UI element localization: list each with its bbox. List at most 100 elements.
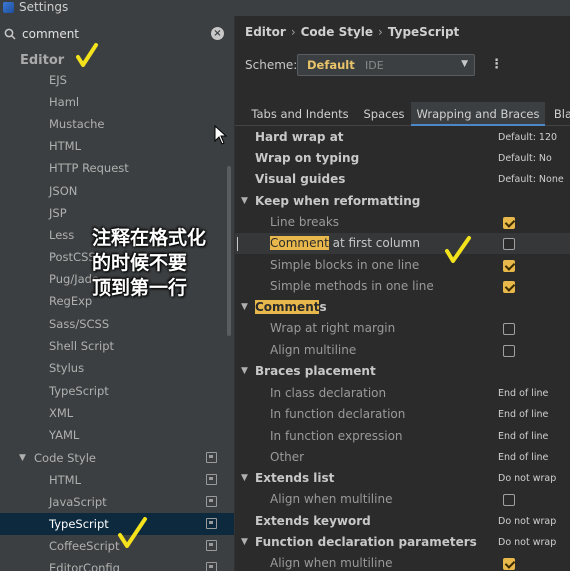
tree-item-http-request[interactable]: HTTP Request xyxy=(0,157,234,179)
extends-list-value[interactable]: Do not wrap xyxy=(498,468,556,489)
row-comments[interactable]: ▼ Comments xyxy=(235,297,570,318)
project-scope-icon xyxy=(206,540,217,551)
tab-wrapping-and-braces[interactable]: Wrapping and Braces xyxy=(411,102,545,126)
search-input[interactable] xyxy=(22,25,202,43)
tree-item-xml[interactable]: XML xyxy=(0,402,234,424)
row-other[interactable]: Other End of line xyxy=(235,447,570,468)
other-value[interactable]: End of line xyxy=(498,447,548,468)
tree-item-code-style-javascript[interactable]: JavaScript xyxy=(0,491,234,513)
simple-blocks-checkbox[interactable] xyxy=(503,260,515,272)
project-scope-icon xyxy=(206,562,217,571)
wrap-on-typing-value[interactable]: Default: No xyxy=(498,148,552,169)
function-parameters-value[interactable]: Do not wrap xyxy=(498,532,556,553)
project-scope-icon xyxy=(206,496,217,507)
hard-wrap-value[interactable]: Default: 120 xyxy=(498,127,557,148)
annotation-check-icon xyxy=(118,517,147,548)
line-breaks-checkbox[interactable] xyxy=(503,217,515,229)
settings-content: Editor › Code Style › TypeScript Scheme: Def… xyxy=(234,16,570,571)
chevron-down-icon[interactable]: ▼ xyxy=(241,361,248,382)
tree-item-json[interactable]: JSON xyxy=(0,180,234,202)
extends-align-checkbox[interactable] xyxy=(503,494,515,506)
row-comment-at-first-column[interactable]: Comment at first column xyxy=(235,233,570,254)
tree-item-code-style-html[interactable]: HTML xyxy=(0,469,234,491)
chevron-down-icon[interactable]: ▼ xyxy=(241,532,248,553)
chevron-down-icon[interactable]: ▼ xyxy=(241,297,248,318)
chevron-right-icon: › xyxy=(378,25,383,39)
row-wrap-at-right-margin[interactable]: Wrap at right margin xyxy=(235,318,570,339)
row-line-breaks[interactable]: Line breaks xyxy=(235,212,570,233)
project-scope-icon xyxy=(206,452,217,463)
row-align-multiline[interactable]: Align multiline xyxy=(235,340,570,361)
clear-search-icon[interactable]: × xyxy=(211,27,224,40)
align-multiline-checkbox[interactable] xyxy=(503,345,515,357)
row-extends-keyword[interactable]: Extends keyword Do not wrap xyxy=(235,511,570,532)
row-braces-placement[interactable]: ▼ Braces placement xyxy=(235,361,570,382)
visual-guides-value[interactable]: Default: None xyxy=(498,169,564,190)
app-logo-icon xyxy=(3,2,14,13)
row-in-class-declaration[interactable]: In class declaration End of line xyxy=(235,383,570,404)
row-visual-guides[interactable]: Visual guides Default: None xyxy=(235,169,570,190)
annotation-check-icon xyxy=(445,236,471,263)
breadcrumb-code-style[interactable]: Code Style xyxy=(301,25,373,39)
breadcrumb-typescript: TypeScript xyxy=(387,25,460,39)
tree-item-shell-script[interactable]: Shell Script xyxy=(0,335,234,357)
tree-item-haml[interactable]: Haml xyxy=(0,91,234,113)
settings-sidebar: × Editor EJS Haml Mustache HTML HTTP Req… xyxy=(0,16,234,571)
chevron-down-icon[interactable]: ▼ xyxy=(241,468,248,489)
tree-item-code-style-editorconfig[interactable]: EditorConfig xyxy=(0,557,234,571)
tree-item-ejs[interactable]: EJS xyxy=(0,69,234,91)
tree-item-mustache[interactable]: Mustache xyxy=(0,113,234,135)
row-in-function-expression[interactable]: In function expression End of line xyxy=(235,426,570,447)
breadcrumb: Editor › Code Style › TypeScript xyxy=(245,25,459,39)
row-params-align-when-multiline[interactable]: Align when multiline xyxy=(235,553,570,571)
row-extends-list[interactable]: ▼ Extends list Do not wrap xyxy=(235,468,570,489)
breadcrumb-editor[interactable]: Editor xyxy=(245,25,286,39)
title-bar: Settings xyxy=(0,0,570,16)
row-simple-blocks[interactable]: Simple blocks in one line xyxy=(235,255,570,276)
row-simple-methods[interactable]: Simple methods in one line xyxy=(235,276,570,297)
tree-item-jsp[interactable]: JSP xyxy=(0,202,234,224)
chevron-down-icon[interactable]: ▼ xyxy=(19,447,26,469)
scheme-label: Scheme: xyxy=(245,58,298,72)
chevron-right-icon: › xyxy=(290,25,296,39)
tree-item-typescript[interactable]: TypeScript xyxy=(0,380,234,402)
search-box: × xyxy=(0,24,234,46)
row-wrap-on-typing[interactable]: Wrap on typing Default: No xyxy=(235,148,570,169)
row-keep-when-reformatting[interactable]: ▼ Keep when reformatting xyxy=(235,191,570,212)
function-expression-value[interactable]: End of line xyxy=(498,426,548,447)
search-icon xyxy=(4,28,16,40)
annotation-text: 注释在格式化 的时候不要 顶到第一行 xyxy=(92,226,206,301)
extends-keyword-value[interactable]: Do not wrap xyxy=(498,511,556,532)
comment-at-first-column-checkbox[interactable] xyxy=(503,238,515,250)
scheme-value: Default xyxy=(307,58,355,72)
wrap-at-right-margin-checkbox[interactable] xyxy=(503,323,515,335)
chevron-down-icon: ▼ xyxy=(461,59,468,69)
tab-tabs-and-indents[interactable]: Tabs and Indents xyxy=(247,102,353,126)
tree-item-yaml[interactable]: YAML xyxy=(0,424,234,446)
more-options-icon[interactable]: ⋮ xyxy=(490,56,503,74)
scheme-dropdown[interactable]: Default IDE ▼ xyxy=(297,54,475,76)
tree-header-editor[interactable]: Editor xyxy=(20,53,64,68)
annotation-line-2: 的时候不要 xyxy=(92,252,188,274)
tree-item-stylus[interactable]: Stylus xyxy=(0,357,234,379)
tab-blank-lines[interactable]: Bla xyxy=(551,102,570,126)
annotation-check-icon xyxy=(76,43,98,67)
class-declaration-value[interactable]: End of line xyxy=(498,383,548,404)
scheme-scope: IDE xyxy=(365,59,384,72)
tab-spaces[interactable]: Spaces xyxy=(359,102,409,126)
text-cursor xyxy=(237,237,238,251)
tab-bar: Tabs and Indents Spaces Wrapping and Bra… xyxy=(235,102,570,126)
row-function-declaration-parameters[interactable]: ▼ Function declaration parameters Do not… xyxy=(235,532,570,553)
params-align-checkbox[interactable] xyxy=(503,558,515,570)
function-declaration-value[interactable]: End of line xyxy=(498,404,548,425)
sidebar-scrollbar[interactable] xyxy=(227,166,231,336)
tree-group-code-style[interactable]: ▼ Code Style xyxy=(0,447,234,469)
tree-item-sass-scss[interactable]: Sass/SCSS xyxy=(0,313,234,335)
tree-item-html[interactable]: HTML xyxy=(0,135,234,157)
chevron-down-icon[interactable]: ▼ xyxy=(241,191,248,212)
row-in-function-declaration[interactable]: In function declaration End of line xyxy=(235,404,570,425)
row-extends-align-when-multiline[interactable]: Align when multiline xyxy=(235,489,570,510)
mouse-cursor-icon xyxy=(214,125,228,145)
simple-methods-checkbox[interactable] xyxy=(503,281,515,293)
row-hard-wrap[interactable]: Hard wrap at Default: 120 xyxy=(235,127,570,148)
